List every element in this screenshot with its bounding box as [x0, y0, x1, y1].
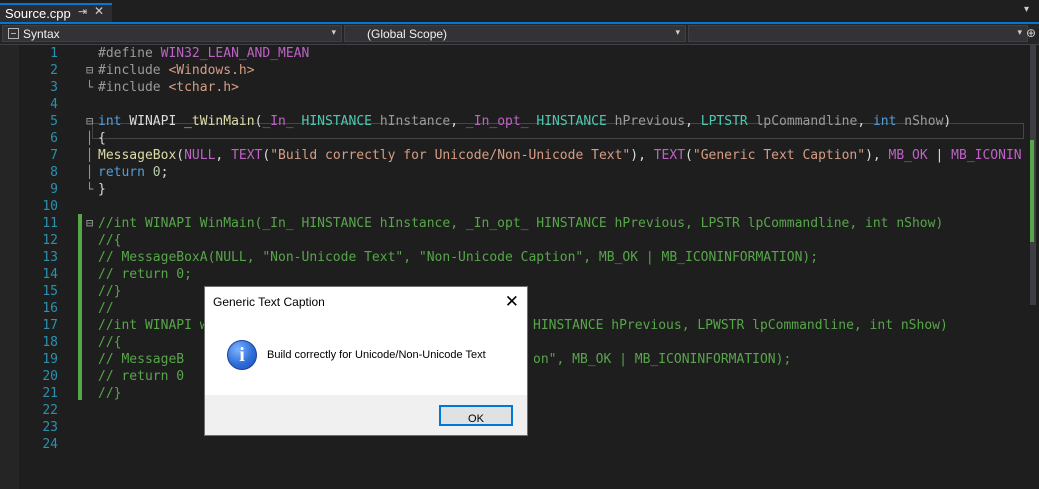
document-tab-strip: Source.cpp ⇥ ✕ ▾ [0, 0, 1039, 22]
comment-line: //{ [98, 335, 122, 350]
outline-bar: └ [86, 80, 94, 94]
comment-line: //} [98, 284, 122, 299]
ok-button-label: OK [468, 413, 484, 425]
line-number: 10 [42, 199, 58, 214]
dialog-title: Generic Text Caption [213, 295, 325, 309]
line-number: 15 [42, 284, 58, 299]
line-number: 6 [50, 131, 58, 146]
tab-source-cpp[interactable]: Source.cpp ⇥ ✕ [0, 3, 112, 22]
split-window-icon[interactable]: ⊕ [1026, 26, 1036, 40]
line-number: 24 [42, 437, 58, 452]
project-combo[interactable]: Syntax ▾ [2, 25, 342, 42]
code-line: return 0; [98, 165, 169, 180]
comment-line: // [98, 301, 114, 316]
scope-combo-label: (Global Scope) [367, 27, 448, 41]
outline-bar: │ [86, 131, 94, 145]
line-number: 1 [50, 46, 58, 61]
comment-line: on", MB_OK | MB_ICONINFORMATION); [533, 352, 792, 367]
line-number: 19 [42, 352, 58, 367]
line-number: 7 [50, 148, 58, 163]
line-number: 8 [50, 165, 58, 180]
comment-line: // return 0 [98, 369, 185, 384]
line-number: 3 [50, 80, 58, 95]
comment-line: // return 0; [98, 267, 192, 282]
line-number: 16 [42, 301, 58, 316]
line-number: 23 [42, 420, 58, 435]
line-number: 5 [50, 114, 58, 129]
file-icon [8, 28, 19, 39]
line-number: 13 [42, 250, 58, 265]
close-icon[interactable]: ✕ [94, 4, 104, 18]
dialog-titlebar: Generic Text Caption ✕ [205, 287, 527, 317]
code-line: } [98, 182, 106, 197]
scope-combo[interactable]: (Global Scope) ▾ [344, 25, 686, 42]
pin-icon[interactable]: ⇥ [78, 5, 87, 18]
vertical-scrollbar[interactable] [1027, 45, 1039, 489]
comment-line: //{ [98, 233, 122, 248]
chevron-down-icon: ▾ [1017, 28, 1022, 38]
scrollbar-change-marker [1030, 140, 1034, 242]
outline-bar: │ [86, 165, 94, 179]
navigation-bar: Syntax ▾ (Global Scope) ▾ ▾ ⊕ [0, 24, 1039, 45]
info-icon: i [227, 340, 257, 370]
collapse-icon[interactable]: ⊟ [86, 62, 93, 79]
line-number: 9 [50, 182, 58, 197]
line-number: 18 [42, 335, 58, 350]
code-line: #define WIN32_LEAN_AND_MEAN [98, 46, 310, 61]
code-line: MessageBox(NULL, TEXT("Build correctly f… [98, 148, 1022, 163]
code-line: #include <Windows.h> [98, 63, 255, 78]
outline-bar: └ [86, 182, 94, 196]
line-number: 21 [42, 386, 58, 401]
dialog-message: Build correctly for Unicode/Non-Unicode … [267, 349, 486, 361]
dialog-body: i Build correctly for Unicode/Non-Unicod… [205, 317, 527, 395]
tab-title: Source.cpp [5, 6, 71, 21]
line-number: 20 [42, 369, 58, 384]
code-line: int WINAPI _tWinMain(_In_ HINSTANCE hIns… [98, 114, 952, 129]
comment-line: //int WINAPI w [98, 318, 208, 333]
close-icon[interactable]: ✕ [505, 292, 519, 312]
member-combo[interactable]: ▾ [688, 25, 1028, 42]
collapse-icon[interactable]: ⊟ [86, 113, 93, 130]
line-number: 22 [42, 403, 58, 418]
ok-button[interactable]: OK [439, 405, 513, 426]
code-line: { [98, 131, 106, 146]
change-marker [78, 215, 82, 400]
line-number: 12 [42, 233, 58, 248]
project-combo-label: Syntax [23, 27, 60, 41]
message-box-dialog: Generic Text Caption ✕ i Build correctly… [204, 286, 528, 436]
code-line: #include <tchar.h> [98, 80, 239, 95]
chevron-down-icon: ▾ [331, 28, 336, 38]
line-number: 17 [42, 318, 58, 333]
chevron-down-icon: ▾ [675, 28, 680, 38]
line-number: 2 [50, 63, 58, 78]
outline-bar: │ [86, 148, 94, 162]
comment-line: //int WINAPI WinMain(_In_ HINSTANCE hIns… [98, 216, 944, 231]
indicator-margin [0, 45, 19, 489]
collapse-icon[interactable]: ⊟ [86, 215, 93, 232]
line-number: 4 [50, 97, 58, 112]
comment-line: HINSTANCE hPrevious, LPWSTR lpCommandlin… [533, 318, 948, 333]
comment-line: //} [98, 386, 122, 401]
line-number: 14 [42, 267, 58, 282]
comment-line: // MessageBoxA(NULL, "Non-Unicode Text",… [98, 250, 819, 265]
comment-line: // MessageB [98, 352, 185, 367]
tab-list-dropdown-icon[interactable]: ▾ [1024, 4, 1029, 15]
line-number: 11 [42, 216, 58, 231]
